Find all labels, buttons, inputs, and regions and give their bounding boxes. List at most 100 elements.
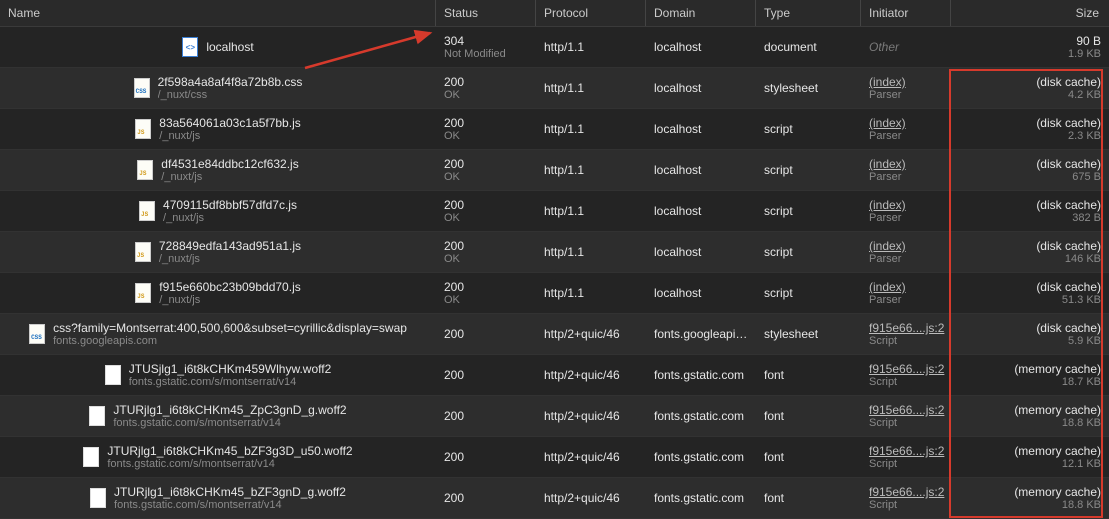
initiator-type: Script [869, 376, 943, 388]
status-code: 200 [444, 409, 528, 423]
type-value: font [764, 368, 853, 382]
status-text: OK [444, 294, 528, 306]
protocol-value: http/1.1 [544, 245, 638, 259]
table-row[interactable]: 4709115df8bbf57dfd7c.js/_nuxt/js200OKhtt… [0, 191, 1109, 232]
domain-value: localhost [654, 40, 748, 54]
type-value: script [764, 163, 853, 177]
cell-domain: localhost [646, 68, 756, 108]
protocol-value: http/1.1 [544, 204, 638, 218]
resource-size: 382 B [959, 212, 1101, 224]
cell-type: script [756, 232, 861, 272]
initiator-type: Parser [869, 171, 943, 183]
column-header-status[interactable]: Status [436, 0, 536, 26]
file-type-icon [29, 324, 45, 344]
type-value: document [764, 40, 853, 54]
column-header-initiator[interactable]: Initiator [861, 0, 951, 26]
column-header-name[interactable]: Name [0, 0, 436, 26]
initiator-link[interactable]: (index) [869, 239, 943, 253]
cell-status: 200OK [436, 68, 536, 108]
cell-domain: localhost [646, 27, 756, 67]
protocol-value: http/1.1 [544, 40, 638, 54]
table-row[interactable]: JTURjlg1_i6t8kCHKm45_ZpC3gnD_g.woff2font… [0, 396, 1109, 437]
table-row[interactable]: JTURjlg1_i6t8kCHKm45_bZF3gnD_g.woff2font… [0, 478, 1109, 519]
status-text: Not Modified [444, 48, 528, 60]
table-row[interactable]: 2f598a4a8af4f8a72b8b.css/_nuxt/css200OKh… [0, 68, 1109, 109]
cell-status: 200 [436, 355, 536, 395]
table-row[interactable]: df4531e84ddbc12cf632.js/_nuxt/js200OKhtt… [0, 150, 1109, 191]
initiator-type: Script [869, 499, 943, 511]
initiator-link[interactable]: f915e66....js:2 [869, 444, 943, 458]
initiator-link[interactable]: (index) [869, 198, 943, 212]
file-type-icon [134, 78, 150, 98]
domain-value: localhost [654, 286, 748, 300]
table-row[interactable]: 728849edfa143ad951a1.js/_nuxt/js200OKhtt… [0, 232, 1109, 273]
column-header-type[interactable]: Type [756, 0, 861, 26]
file-type-icon [135, 283, 151, 303]
cell-protocol: http/2+quic/46 [536, 396, 646, 436]
table-row[interactable]: JTURjlg1_i6t8kCHKm45_bZF3g3D_u50.woff2 fo… [0, 437, 1109, 478]
status-text: OK [444, 171, 528, 183]
column-header-domain[interactable]: Domain [646, 0, 756, 26]
cell-domain: fonts.gstatic.com [646, 396, 756, 436]
initiator-link[interactable]: (index) [869, 116, 943, 130]
cell-status: 200 [436, 478, 536, 518]
initiator-link[interactable]: (index) [869, 157, 943, 171]
cell-domain: localhost [646, 109, 756, 149]
file-name: JTURjlg1_i6t8kCHKm45_bZF3g3D_u50.woff2 [107, 444, 352, 458]
file-type-icon [135, 119, 151, 139]
domain-value: localhost [654, 81, 748, 95]
protocol-value: http/1.1 [544, 163, 638, 177]
cell-status: 200 [436, 437, 536, 477]
status-text: OK [444, 130, 528, 142]
initiator-type: Script [869, 417, 943, 429]
cell-domain: localhost [646, 232, 756, 272]
cell-status: 200 [436, 314, 536, 354]
initiator-link[interactable]: f915e66....js:2 [869, 403, 943, 417]
column-header-size[interactable]: Size [951, 0, 1109, 26]
transfer-size: (memory cache) [959, 444, 1101, 458]
cell-initiator: Other [861, 27, 951, 67]
status-code: 200 [444, 75, 528, 89]
cell-size: (disk cache)675 B [951, 150, 1109, 190]
cell-status: 200OK [436, 191, 536, 231]
type-value: stylesheet [764, 327, 853, 341]
cell-size: (memory cache)18.7 KB [951, 355, 1109, 395]
domain-value: localhost [654, 122, 748, 136]
table-row[interactable]: css?family=Montserrat:400,500,600&subset… [0, 314, 1109, 355]
transfer-size: 90 B [959, 34, 1101, 48]
initiator-link[interactable]: (index) [869, 280, 943, 294]
cell-type: script [756, 191, 861, 231]
initiator-link[interactable]: f915e66....js:2 [869, 485, 943, 499]
transfer-size: (disk cache) [959, 239, 1101, 253]
table-header-row: Name Status Protocol Domain Type Initiat… [0, 0, 1109, 27]
initiator-link[interactable]: f915e66....js:2 [869, 321, 943, 335]
transfer-size: (disk cache) [959, 116, 1101, 130]
initiator-link[interactable]: f915e66....js:2 [869, 362, 943, 376]
file-name: 728849edfa143ad951a1.js [159, 239, 301, 253]
initiator-link[interactable]: (index) [869, 75, 943, 89]
cell-size: (disk cache)382 B [951, 191, 1109, 231]
cell-status: 200OK [436, 109, 536, 149]
table-row[interactable]: localhost304Not Modifiedhttp/1.1localhos… [0, 27, 1109, 68]
cell-type: font [756, 355, 861, 395]
type-value: script [764, 286, 853, 300]
cell-name: JTURjlg1_i6t8kCHKm45_bZF3gnD_g.woff2font… [0, 478, 436, 518]
cell-type: font [756, 437, 861, 477]
cell-name: f915e660bc23b09bdd70.js/_nuxt/js [0, 273, 436, 313]
table-row[interactable]: 83a564061a03c1a5f7bb.js/_nuxt/js200OKhtt… [0, 109, 1109, 150]
cell-size: (disk cache)4.2 KB [951, 68, 1109, 108]
domain-value: fonts.gstatic.com [654, 409, 748, 423]
cell-name: JTURjlg1_i6t8kCHKm45_ZpC3gnD_g.woff2font… [0, 396, 436, 436]
resource-size: 51.3 KB [959, 294, 1101, 306]
table-row[interactable]: JTUSjlg1_i6t8kCHKm459Wlhyw.woff2fonts.gs… [0, 355, 1109, 396]
column-header-protocol[interactable]: Protocol [536, 0, 646, 26]
status-text: OK [444, 212, 528, 224]
file-path: /_nuxt/js [159, 130, 300, 142]
resource-size: 18.8 KB [959, 417, 1101, 429]
cell-domain: localhost [646, 273, 756, 313]
table-row[interactable]: f915e660bc23b09bdd70.js/_nuxt/js200OKhtt… [0, 273, 1109, 314]
domain-value: fonts.googleapis... [654, 327, 748, 341]
file-path: /_nuxt/js [161, 171, 298, 183]
cell-type: font [756, 478, 861, 518]
cell-protocol: http/1.1 [536, 109, 646, 149]
